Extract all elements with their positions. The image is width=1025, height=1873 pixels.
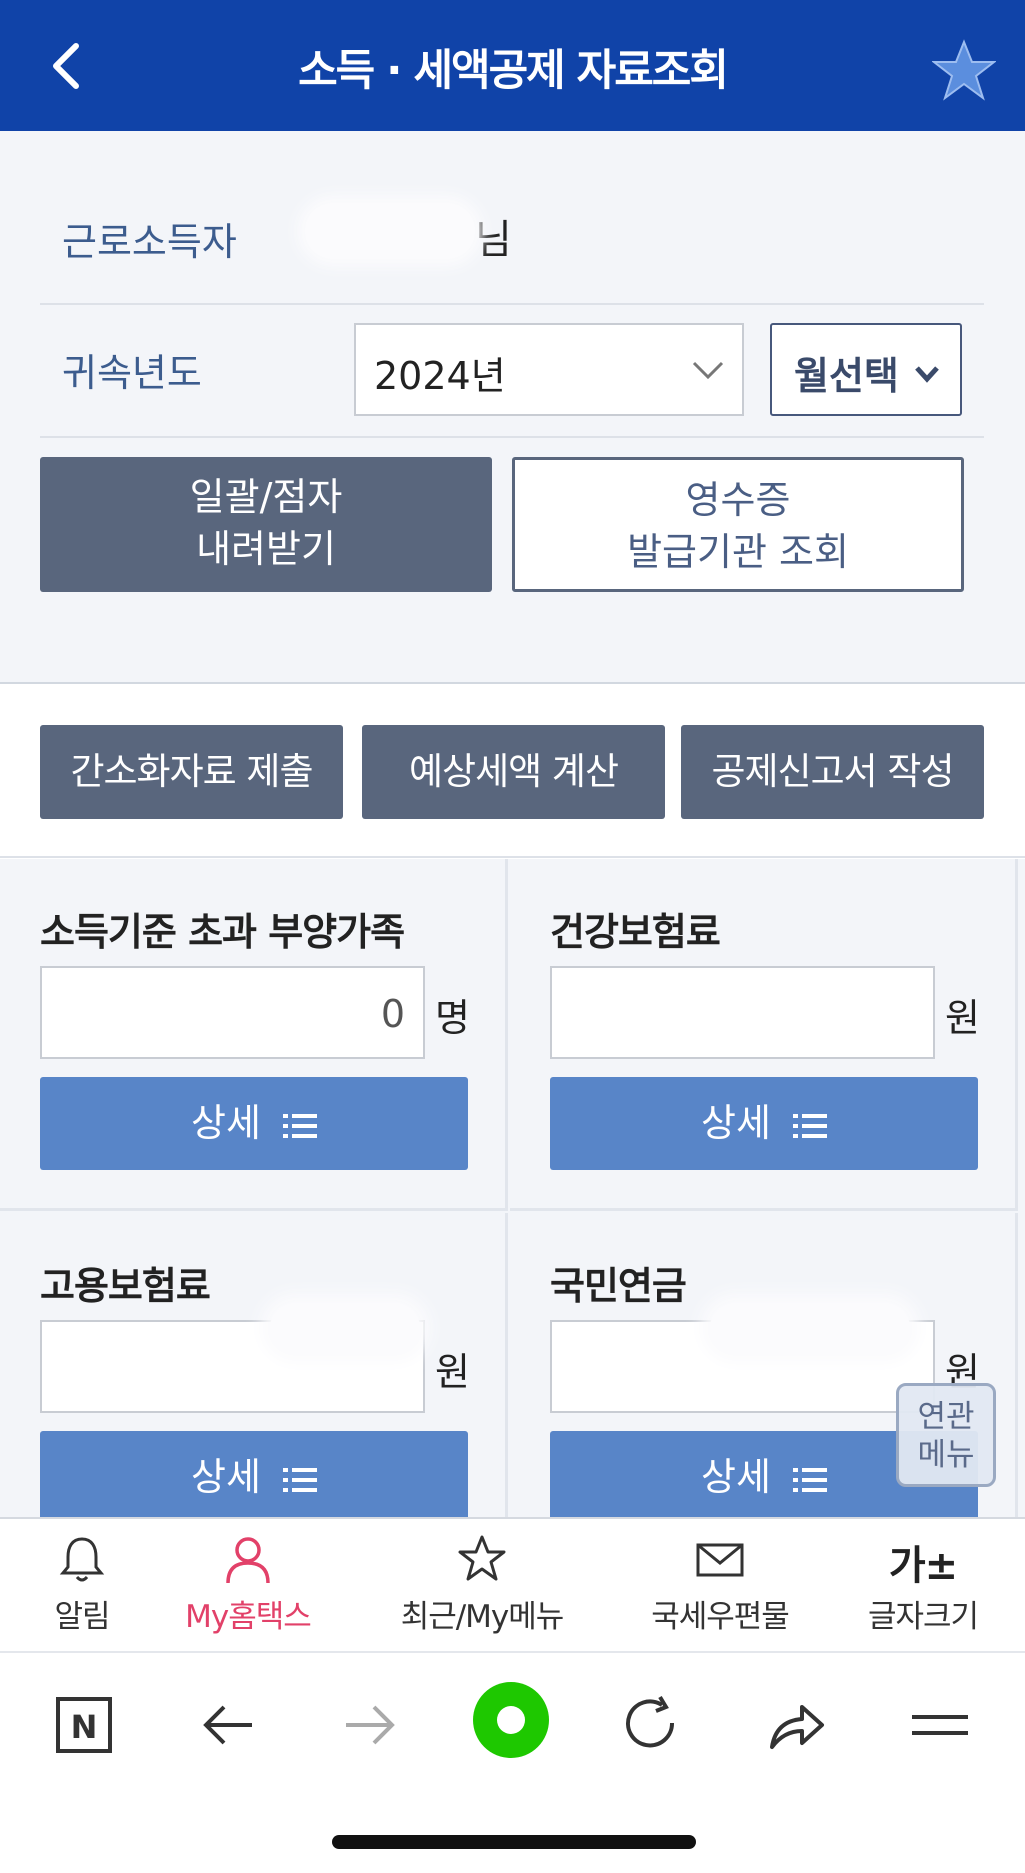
item-title: 국민연금	[550, 1264, 687, 1308]
bell-icon	[59, 1537, 105, 1582]
item-card: 고용보험료 원 상세	[0, 1213, 508, 1565]
list-icon	[792, 1467, 827, 1492]
star-icon	[458, 1535, 506, 1581]
bulk-download-button[interactable]: 일괄/점자 내려받기	[40, 457, 492, 592]
item-unit: 원	[945, 996, 980, 1040]
nav-alerts-label: 알림	[54, 1599, 110, 1635]
nav-font-size[interactable]: 가± 글자크기	[858, 1533, 988, 1636]
nav-font-size-label: 글자크기	[867, 1599, 979, 1635]
mail-icon	[696, 1543, 744, 1577]
list-icon	[792, 1113, 827, 1138]
summary-panel: 근로소득자 님 귀속년도 2024년 월선택 일괄/점자 내려받기 영수증 발급…	[0, 131, 1025, 684]
item-title: 고용보험료	[40, 1264, 211, 1308]
year-value: 2024년	[374, 354, 506, 398]
list-icon	[282, 1113, 317, 1138]
share-icon[interactable]	[764, 1693, 828, 1757]
detail-button[interactable]: 상세	[40, 1077, 468, 1170]
redaction-mask	[710, 1303, 910, 1353]
item-unit: 명	[435, 996, 470, 1040]
earner-label: 근로소득자	[62, 220, 237, 264]
receipt-issuer-lookup-button[interactable]: 영수증 발급기관 조회	[512, 457, 964, 592]
svg-text:N: N	[71, 1708, 98, 1746]
simplified-data-submit-button[interactable]: 간소화자료 제출	[40, 725, 343, 819]
detail-label: 상세	[191, 1455, 261, 1499]
nav-tax-mail[interactable]: 국세우편물	[640, 1533, 800, 1636]
redacted-name-mask	[305, 203, 475, 259]
font-size-icon: 가±	[888, 1543, 958, 1589]
nav-alerts[interactable]: 알림	[42, 1533, 122, 1636]
year-label: 귀속년도	[62, 351, 202, 395]
deduction-report-button[interactable]: 공제신고서 작성	[681, 725, 984, 819]
detail-button[interactable]: 상세	[40, 1431, 468, 1524]
chevron-down-icon	[915, 366, 939, 383]
detail-button[interactable]: 상세	[550, 1077, 978, 1170]
nav-recent-menu-label: 최근/My메뉴	[400, 1599, 565, 1635]
list-icon	[282, 1467, 317, 1492]
year-select[interactable]: 2024년	[354, 323, 744, 416]
refresh-icon[interactable]	[620, 1693, 684, 1757]
nav-tax-mail-label: 국세우편물	[651, 1599, 790, 1635]
divider	[40, 303, 984, 305]
item-title: 소득기준 초과 부양가족	[40, 910, 405, 954]
estimated-tax-button[interactable]: 예상세액 계산	[362, 725, 665, 819]
nav-recent-menu[interactable]: 최근/My메뉴	[392, 1533, 572, 1636]
person-icon	[226, 1537, 270, 1584]
item-title: 건강보험료	[550, 910, 721, 954]
earner-name-suffix: 님	[475, 217, 512, 263]
favorite-star-icon[interactable]	[932, 38, 996, 102]
detail-label: 상세	[701, 1455, 771, 1499]
nav-my-hometax-label: My홈택스	[185, 1599, 312, 1635]
divider	[40, 436, 984, 438]
month-select[interactable]: 월선택	[770, 323, 962, 416]
app-header: 소득 · 세액공제 자료조회	[0, 0, 1025, 131]
chevron-down-icon	[692, 361, 724, 380]
forward-icon[interactable]	[338, 1693, 402, 1757]
related-menu-button[interactable]: 연관 메뉴	[896, 1383, 996, 1487]
back-icon[interactable]	[196, 1693, 260, 1757]
naver-n-icon[interactable]: N	[52, 1693, 116, 1757]
item-value-field	[550, 966, 935, 1059]
detail-label: 상세	[191, 1101, 261, 1145]
item-value-field: 0	[40, 966, 425, 1059]
nav-my-hometax[interactable]: My홈택스	[178, 1533, 318, 1636]
action-toolbar: 간소화자료 제출 예상세액 계산 공제신고서 작성	[0, 686, 1025, 858]
month-select-label: 월선택	[794, 354, 899, 398]
page-title: 소득 · 세액공제 자료조회	[298, 46, 729, 96]
deduction-items-grid: 소득기준 초과 부양가족 0 명 상세 건강보험료 원 상세 고용보험료 원 상…	[0, 859, 1025, 1565]
redaction-mask	[270, 1303, 420, 1353]
detail-label: 상세	[701, 1101, 771, 1145]
item-card: 건강보험료 원 상세	[510, 859, 1018, 1211]
bottom-navigation: 알림 My홈택스 최근/My메뉴 국세우편물 가± 글자크기	[0, 1517, 1025, 1653]
hamburger-menu-icon[interactable]	[908, 1693, 972, 1757]
item-unit: 원	[435, 1350, 470, 1394]
home-indicator	[332, 1835, 696, 1849]
item-card: 소득기준 초과 부양가족 0 명 상세	[0, 859, 508, 1211]
naver-green-dot-icon[interactable]	[470, 1679, 552, 1761]
